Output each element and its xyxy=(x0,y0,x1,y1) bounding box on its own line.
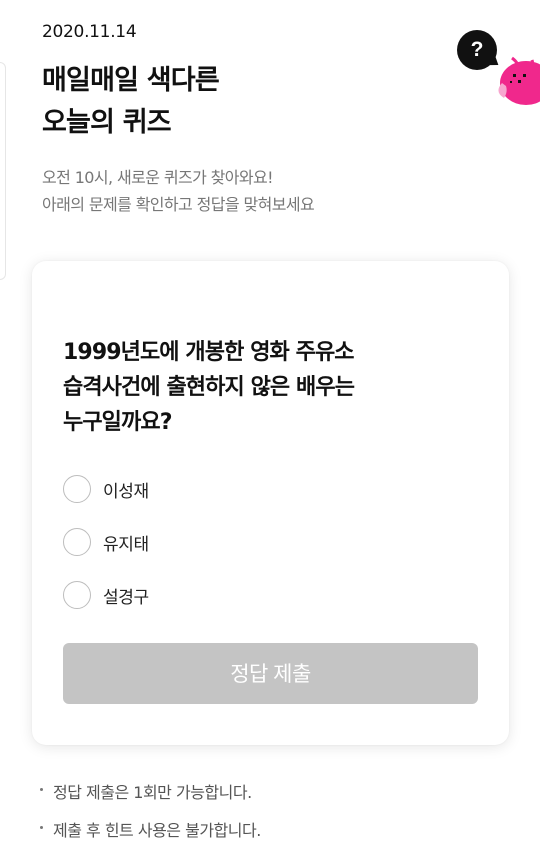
page-title: 매일매일 색다른 오늘의 퀴즈 xyxy=(42,60,220,144)
quiz-question: 1999년도에 개봉한 영화 주유소 습격사건에 출현하지 않은 배우는 누구일… xyxy=(63,335,355,440)
notice-text: 제출 후 힌트 사용은 불가합니다. xyxy=(53,821,261,840)
mascot-character-icon xyxy=(498,56,540,105)
notice-item: 정답 제출은 1회만 가능합니다. xyxy=(40,778,261,804)
quiz-date: 2020.11.14 xyxy=(42,22,137,42)
page-subtitle: 오전 10시, 새로운 퀴즈가 찾아와요! 아래의 문제를 확인하고 정답을 맞… xyxy=(42,164,315,218)
previous-card-edge[interactable] xyxy=(0,62,6,280)
submit-answer-button[interactable]: 정답 제출 xyxy=(63,643,478,704)
notice-item: 제출 후 힌트 사용은 불가합니다. xyxy=(40,816,261,842)
option-2[interactable]: 유지태 xyxy=(63,526,149,558)
title-line-2: 오늘의 퀴즈 xyxy=(42,107,172,138)
radio-button[interactable] xyxy=(63,475,91,503)
bullet-icon xyxy=(40,787,43,791)
subtitle-line-1: 오전 10시, 새로운 퀴즈가 찾아와요! xyxy=(42,168,274,187)
question-line-1: 1999년도에 개봉한 영화 주유소 xyxy=(63,340,355,365)
help-button[interactable]: ? xyxy=(457,30,497,70)
option-1[interactable]: 이성재 xyxy=(63,473,149,505)
notice-list: 정답 제출은 1회만 가능합니다. 제출 후 힌트 사용은 불가합니다. xyxy=(40,778,261,854)
notice-text: 정답 제출은 1회만 가능합니다. xyxy=(53,783,252,802)
radio-button[interactable] xyxy=(63,581,91,609)
question-line-3: 누구일까요? xyxy=(63,410,172,435)
radio-button[interactable] xyxy=(63,528,91,556)
subtitle-line-2: 아래의 문제를 확인하고 정답을 맞혀보세요 xyxy=(42,195,315,214)
option-label: 설경구 xyxy=(103,587,149,608)
option-label: 이성재 xyxy=(103,481,149,502)
quiz-card: 1999년도에 개봉한 영화 주유소 습격사건에 출현하지 않은 배우는 누구일… xyxy=(32,261,509,745)
bullet-icon xyxy=(40,825,43,829)
option-3[interactable]: 설경구 xyxy=(63,579,149,611)
question-line-2: 습격사건에 출현하지 않은 배우는 xyxy=(63,375,355,400)
title-line-1: 매일매일 색다른 xyxy=(42,65,220,96)
option-label: 유지태 xyxy=(103,534,149,555)
question-mark-icon: ? xyxy=(470,38,484,61)
